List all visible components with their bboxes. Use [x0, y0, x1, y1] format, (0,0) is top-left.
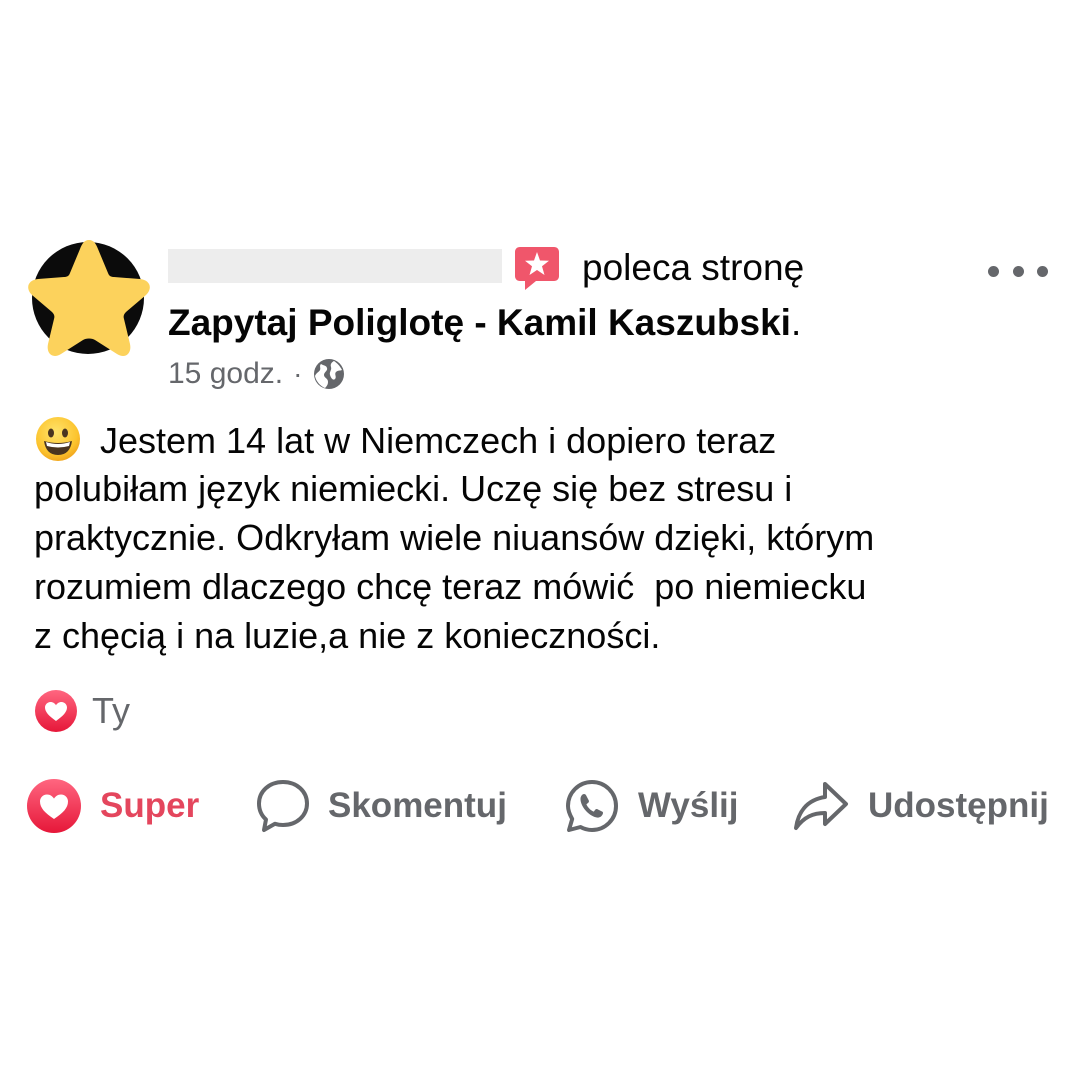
post-text: Jestem 14 lat w Niemczech i dopiero tera… [34, 415, 1054, 660]
page-name-link[interactable]: Zapytaj Poliglotę - Kamil Kaszubski. [168, 300, 801, 346]
more-dot-icon [988, 265, 999, 277]
super-label: Super [100, 786, 200, 825]
post-text-line-3: praktycznie. Odkryłam wiele niuansów dzi… [34, 517, 875, 558]
post-text-line: Jestem 14 lat w Niemczech i dopiero tera… [34, 415, 1054, 464]
page-name-text[interactable]: Zapytaj Poliglotę - Kamil Kaszubski [168, 302, 791, 343]
post-text-line-1: Jestem 14 lat w Niemczech i dopiero tera… [100, 420, 777, 461]
more-dot-icon [1037, 265, 1048, 277]
post-text-line-4: rozumiem dlaczego chcę teraz mówić po ni… [34, 566, 867, 607]
comment-button[interactable]: Skomentuj [256, 776, 507, 836]
star-avatar-icon [28, 240, 150, 356]
heart-reaction-icon [35, 690, 77, 732]
post-text-line-5: z chęcią i na luzie,a nie z konieczności… [34, 615, 661, 656]
share-arrow-icon [794, 782, 848, 830]
share-button[interactable]: Udostępnij [792, 776, 1049, 836]
more-dot-icon [1012, 265, 1024, 277]
post-text-line-2: polubiłam język niemiecki. Uczę się bez … [34, 468, 793, 509]
post-meta: 15 godz. · [168, 356, 346, 392]
redacted-user-name [168, 249, 502, 283]
more-options-button[interactable] [988, 256, 1048, 286]
heart-icon [27, 779, 81, 833]
share-label: Udostępnij [868, 786, 1049, 825]
comment-icon [257, 780, 309, 832]
reaction-names: Ty [92, 690, 131, 731]
globe-icon [314, 359, 345, 389]
whatsapp-icon [566, 780, 618, 832]
post-timestamp[interactable]: 15 godz. [168, 357, 283, 391]
meta-separator: · [293, 358, 303, 389]
avatar[interactable] [22, 234, 156, 362]
grinning-face-emoji-icon [36, 417, 80, 461]
send-label: Wyślij [638, 786, 739, 825]
comment-label: Skomentuj [328, 786, 507, 825]
page-name-suffix: . [790, 302, 802, 343]
recommend-star-bubble-icon [515, 247, 559, 290]
reactions-summary[interactable]: Ty [34, 688, 130, 734]
send-button[interactable]: Wyślij [564, 776, 739, 836]
super-reaction-button[interactable]: Super [26, 776, 199, 836]
recommend-text: poleca stronę [582, 247, 805, 288]
